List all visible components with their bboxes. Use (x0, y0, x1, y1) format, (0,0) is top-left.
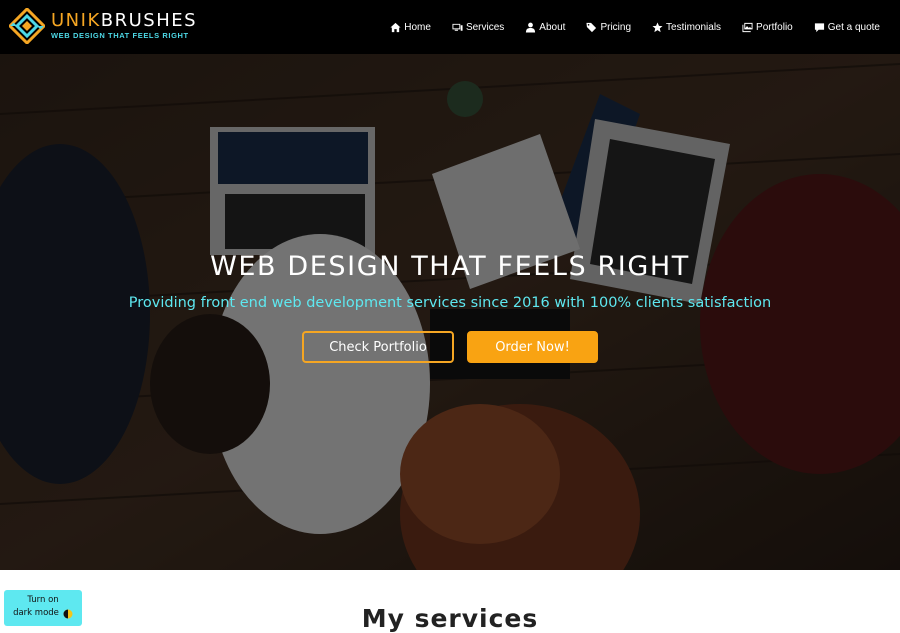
check-portfolio-button[interactable]: Check Portfolio (302, 331, 454, 363)
brand-name-part1: UNIK (51, 10, 101, 31)
nav-item-label: Home (404, 21, 431, 33)
nav-item-label: About (539, 21, 566, 33)
logo-text: UNIKBRUSHES WEB DESIGN THAT FEELS RIGHT (51, 11, 197, 41)
brand-name: UNIKBRUSHES (51, 11, 197, 31)
star-icon (652, 21, 663, 32)
hero-title: WEB DESIGN THAT FEELS RIGHT (210, 251, 690, 282)
nav-item-get-a-quote[interactable]: Get a quote (814, 22, 880, 33)
brand-name-part2: BRUSHES (100, 10, 198, 31)
nav-item-about[interactable]: About (525, 22, 565, 33)
hero-subtitle: Providing front end web development serv… (128, 295, 772, 311)
user-icon (526, 22, 536, 33)
nav-item-label: Get a quote (827, 21, 880, 33)
nav-item-label: Testimonials (666, 21, 722, 33)
order-now-button[interactable]: Order Now! (467, 331, 598, 363)
home-icon (390, 22, 401, 32)
hero-section: WEB DESIGN THAT FEELS RIGHT Providing fr… (0, 54, 900, 570)
images-icon (742, 22, 753, 32)
nav-item-portfolio[interactable]: Portfolio (742, 22, 793, 33)
nav-item-services[interactable]: Services (452, 22, 504, 33)
nav-item-label: Portfolio (756, 21, 793, 33)
monitor-icon (452, 23, 463, 31)
comment-icon (814, 22, 824, 32)
nav-item-home[interactable]: Home (390, 22, 431, 33)
nav-item-label: Pricing (600, 21, 632, 33)
brand-logo[interactable]: UNIKBRUSHES WEB DESIGN THAT FEELS RIGHT (9, 8, 197, 44)
hero-overlay (0, 54, 900, 570)
tag-icon (586, 22, 597, 32)
brand-tagline: WEB DESIGN THAT FEELS RIGHT (51, 31, 189, 40)
services-section-title: My services (361, 604, 539, 633)
nav-item-testimonials[interactable]: Testimonials (652, 22, 721, 33)
logo-diamond-icon (9, 8, 45, 44)
site-header: UNIKBRUSHES WEB DESIGN THAT FEELS RIGHT … (0, 0, 900, 54)
nav-item-pricing[interactable]: Pricing (586, 22, 631, 33)
nav-item-label: Services (465, 21, 505, 33)
main-nav: Home Services About Pricing Testimonials… (369, 0, 880, 54)
